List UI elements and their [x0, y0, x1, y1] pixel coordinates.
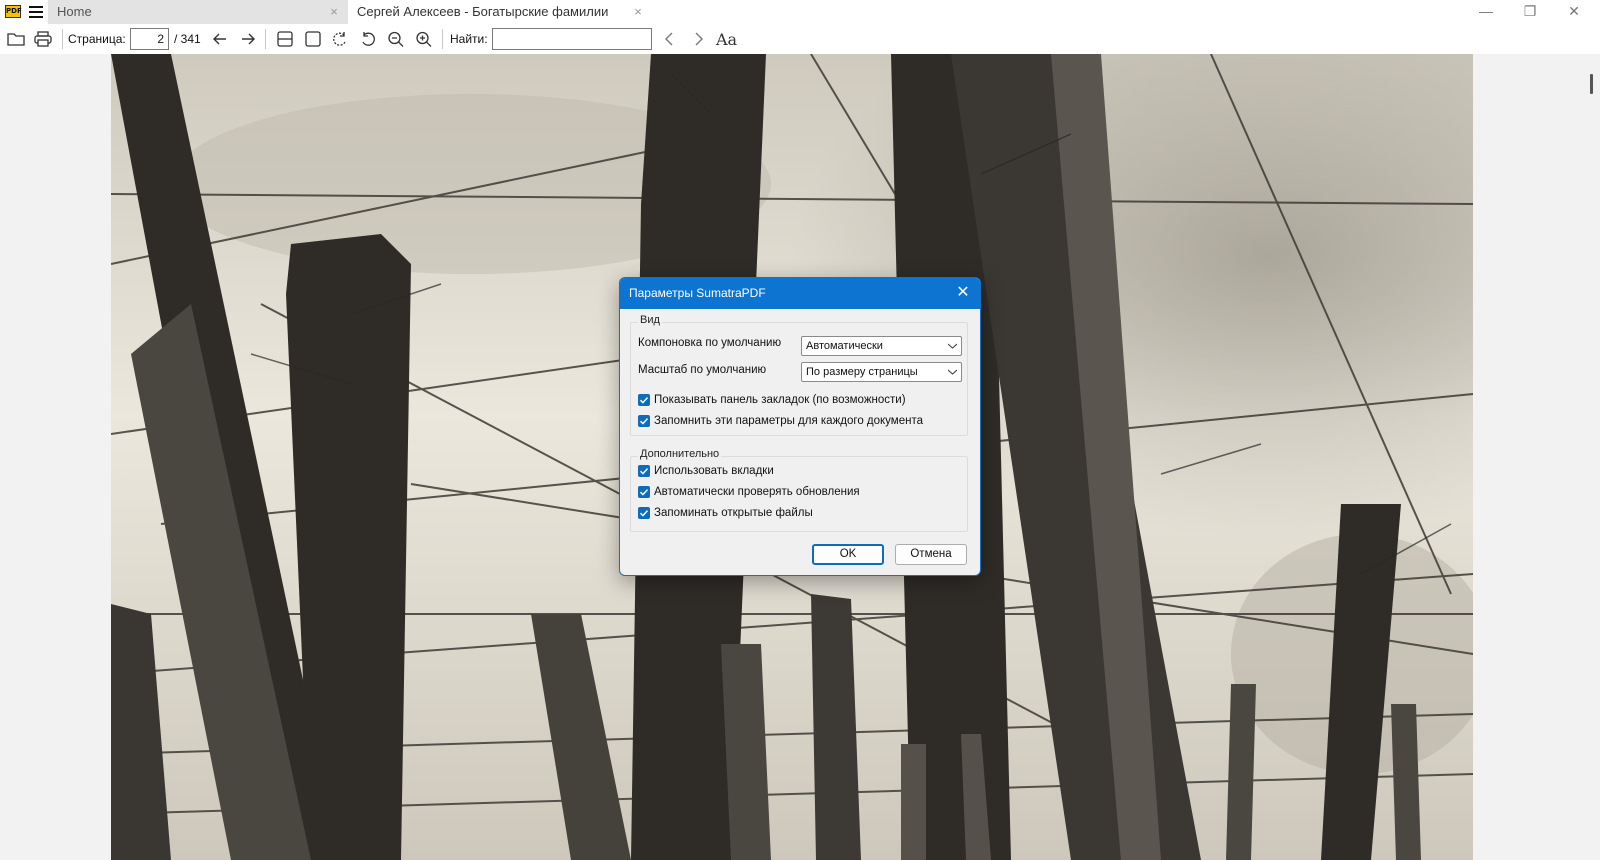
use-tabs-checkbox[interactable]: Использовать вкладки: [638, 464, 774, 478]
open-folder-icon[interactable]: [6, 30, 26, 48]
use-tabs-label: Использовать вкладки: [654, 465, 774, 477]
default-layout-value: Автоматически: [806, 340, 883, 352]
remember-settings-checkbox[interactable]: Запомнить эти параметры для каждого доку…: [638, 414, 923, 428]
chevron-down-icon: [948, 369, 957, 375]
default-zoom-value: По размеру страницы: [806, 366, 918, 378]
advanced-group: Дополнительно Использовать вкладки Автом…: [630, 448, 968, 532]
title-bar: PDF Home × Сергей Алексеев - Богатырские…: [0, 0, 1600, 43]
default-zoom-select[interactable]: По размеру страницы: [801, 362, 962, 382]
checkbox-checked-icon: [638, 415, 650, 427]
default-layout-label: Компоновка по умолчанию: [638, 337, 782, 349]
page-total: / 341: [174, 32, 201, 46]
advanced-group-label: Дополнительно: [638, 448, 722, 460]
continuous-layout-icon[interactable]: [275, 30, 295, 48]
rotate-right-icon[interactable]: [358, 30, 378, 48]
menu-icon[interactable]: [29, 6, 43, 18]
tab-home[interactable]: Home ×: [48, 0, 348, 24]
auto-update-label: Автоматически проверять обновления: [654, 486, 860, 498]
options-dialog: Параметры SumatraPDF ✕ Вид Компоновка по…: [619, 277, 981, 576]
dialog-title-bar: Параметры SumatraPDF ✕: [620, 278, 980, 309]
checkbox-checked-icon: [638, 486, 650, 498]
zoom-out-icon[interactable]: [386, 30, 406, 48]
single-page-icon[interactable]: [303, 30, 323, 48]
dialog-close-icon[interactable]: ✕: [946, 278, 980, 309]
dialog-title: Параметры SumatraPDF: [629, 286, 766, 300]
tab-home-close-icon[interactable]: ×: [327, 0, 341, 24]
font-size-icon[interactable]: Aa: [716, 30, 737, 49]
page-label: Страница:: [68, 32, 126, 46]
tab-document[interactable]: Сергей Алексеев - Богатырские фамилии (1…: [348, 0, 648, 43]
arrow-left-icon[interactable]: [210, 30, 230, 48]
remember-settings-label: Запомнить эти параметры для каждого доку…: [654, 415, 923, 427]
auto-update-checkbox[interactable]: Автоматически проверять обновления: [638, 485, 860, 499]
find-label: Найти:: [450, 32, 488, 46]
default-zoom-label: Масштаб по умолчанию: [638, 364, 767, 376]
toolbar-separator: [442, 29, 443, 49]
minimize-icon[interactable]: —: [1464, 0, 1508, 24]
tab-home-label: Home: [57, 4, 92, 19]
toolbar: Страница: 2 / 341 Найти: Aa: [0, 24, 1600, 54]
toolbar-separator: [265, 29, 266, 49]
find-next-icon[interactable]: [688, 30, 708, 48]
checkbox-checked-icon: [638, 507, 650, 519]
sumatra-logo-icon: PDF: [5, 5, 22, 18]
checkbox-checked-icon: [638, 394, 650, 406]
rotate-left-icon[interactable]: [330, 30, 350, 48]
arrow-right-icon[interactable]: [238, 30, 258, 48]
vertical-scrollbar[interactable]: [1590, 74, 1593, 94]
find-input[interactable]: [492, 28, 652, 50]
chevron-down-icon: [948, 343, 957, 349]
show-bookmarks-checkbox[interactable]: Показывать панель закладок (по возможнос…: [638, 393, 906, 407]
ok-button[interactable]: OK: [812, 544, 884, 565]
view-group: Вид Компоновка по умолчанию Автоматическ…: [630, 314, 968, 436]
default-layout-select[interactable]: Автоматически: [801, 336, 962, 356]
page-number-input[interactable]: 2: [130, 28, 169, 50]
restore-icon[interactable]: ❐: [1508, 0, 1552, 24]
remember-files-label: Запоминать открытые файлы: [654, 507, 813, 519]
checkbox-checked-icon: [638, 465, 650, 477]
tab-document-close-icon[interactable]: ×: [631, 0, 645, 24]
zoom-in-icon[interactable]: [414, 30, 434, 48]
window-close-icon[interactable]: ✕: [1552, 0, 1596, 24]
cancel-button[interactable]: Отмена: [895, 544, 967, 565]
print-icon[interactable]: [33, 30, 53, 48]
show-bookmarks-label: Показывать панель закладок (по возможнос…: [654, 394, 906, 406]
toolbar-separator: [62, 29, 63, 49]
find-prev-icon[interactable]: [660, 30, 680, 48]
view-group-label: Вид: [638, 314, 662, 326]
remember-files-checkbox[interactable]: Запоминать открытые файлы: [638, 506, 813, 520]
